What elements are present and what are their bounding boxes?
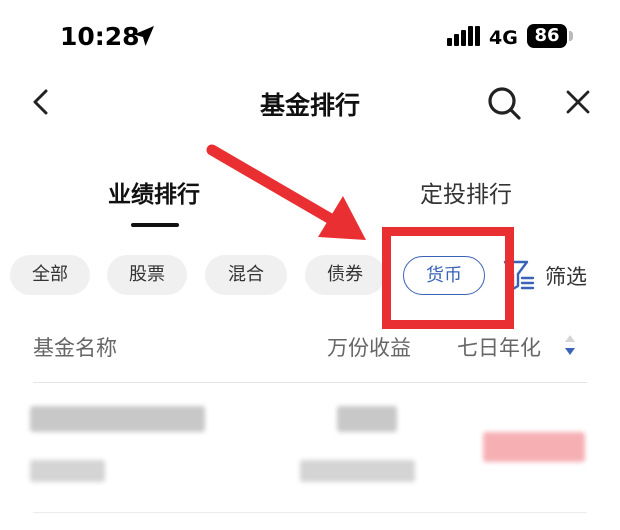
column-header-per-10k-yield[interactable]: 万份收益 xyxy=(327,332,411,362)
page-title: 基金排行 xyxy=(259,91,360,120)
blurred-fund-code xyxy=(30,460,105,482)
signal-strength-icon xyxy=(447,26,480,46)
sort-descending-icon[interactable] xyxy=(562,332,578,358)
location-arrow-icon xyxy=(134,26,154,46)
blurred-7day-annualized xyxy=(483,432,585,462)
header-divider xyxy=(33,382,587,383)
tab-investment-ranking[interactable]: 定投排行 xyxy=(420,175,512,209)
annotation-highlight-box xyxy=(382,227,514,329)
chip-stock[interactable]: 股票 xyxy=(107,255,187,295)
chip-bond[interactable]: 债券 xyxy=(305,255,385,295)
search-icon[interactable] xyxy=(487,86,521,120)
blurred-date xyxy=(300,460,415,482)
filter-button-label[interactable]: 筛选 xyxy=(545,261,587,291)
blurred-fund-name xyxy=(30,406,205,432)
close-icon[interactable] xyxy=(564,88,592,116)
row-divider xyxy=(33,512,587,513)
column-header-7day-annualized[interactable]: 七日年化 xyxy=(457,332,541,362)
tab-performance-ranking[interactable]: 业绩排行 xyxy=(108,175,200,209)
blurred-per-10k-yield xyxy=(337,406,397,432)
battery-tip xyxy=(569,31,573,41)
network-type: 4G xyxy=(489,27,518,49)
status-time: 10:28 xyxy=(60,22,140,51)
battery-level: 86 xyxy=(527,24,567,48)
chip-mixed[interactable]: 混合 xyxy=(205,255,287,295)
chip-all[interactable]: 全部 xyxy=(10,255,90,295)
column-header-fund-name: 基金名称 xyxy=(33,336,117,360)
active-tab-indicator xyxy=(131,223,179,227)
